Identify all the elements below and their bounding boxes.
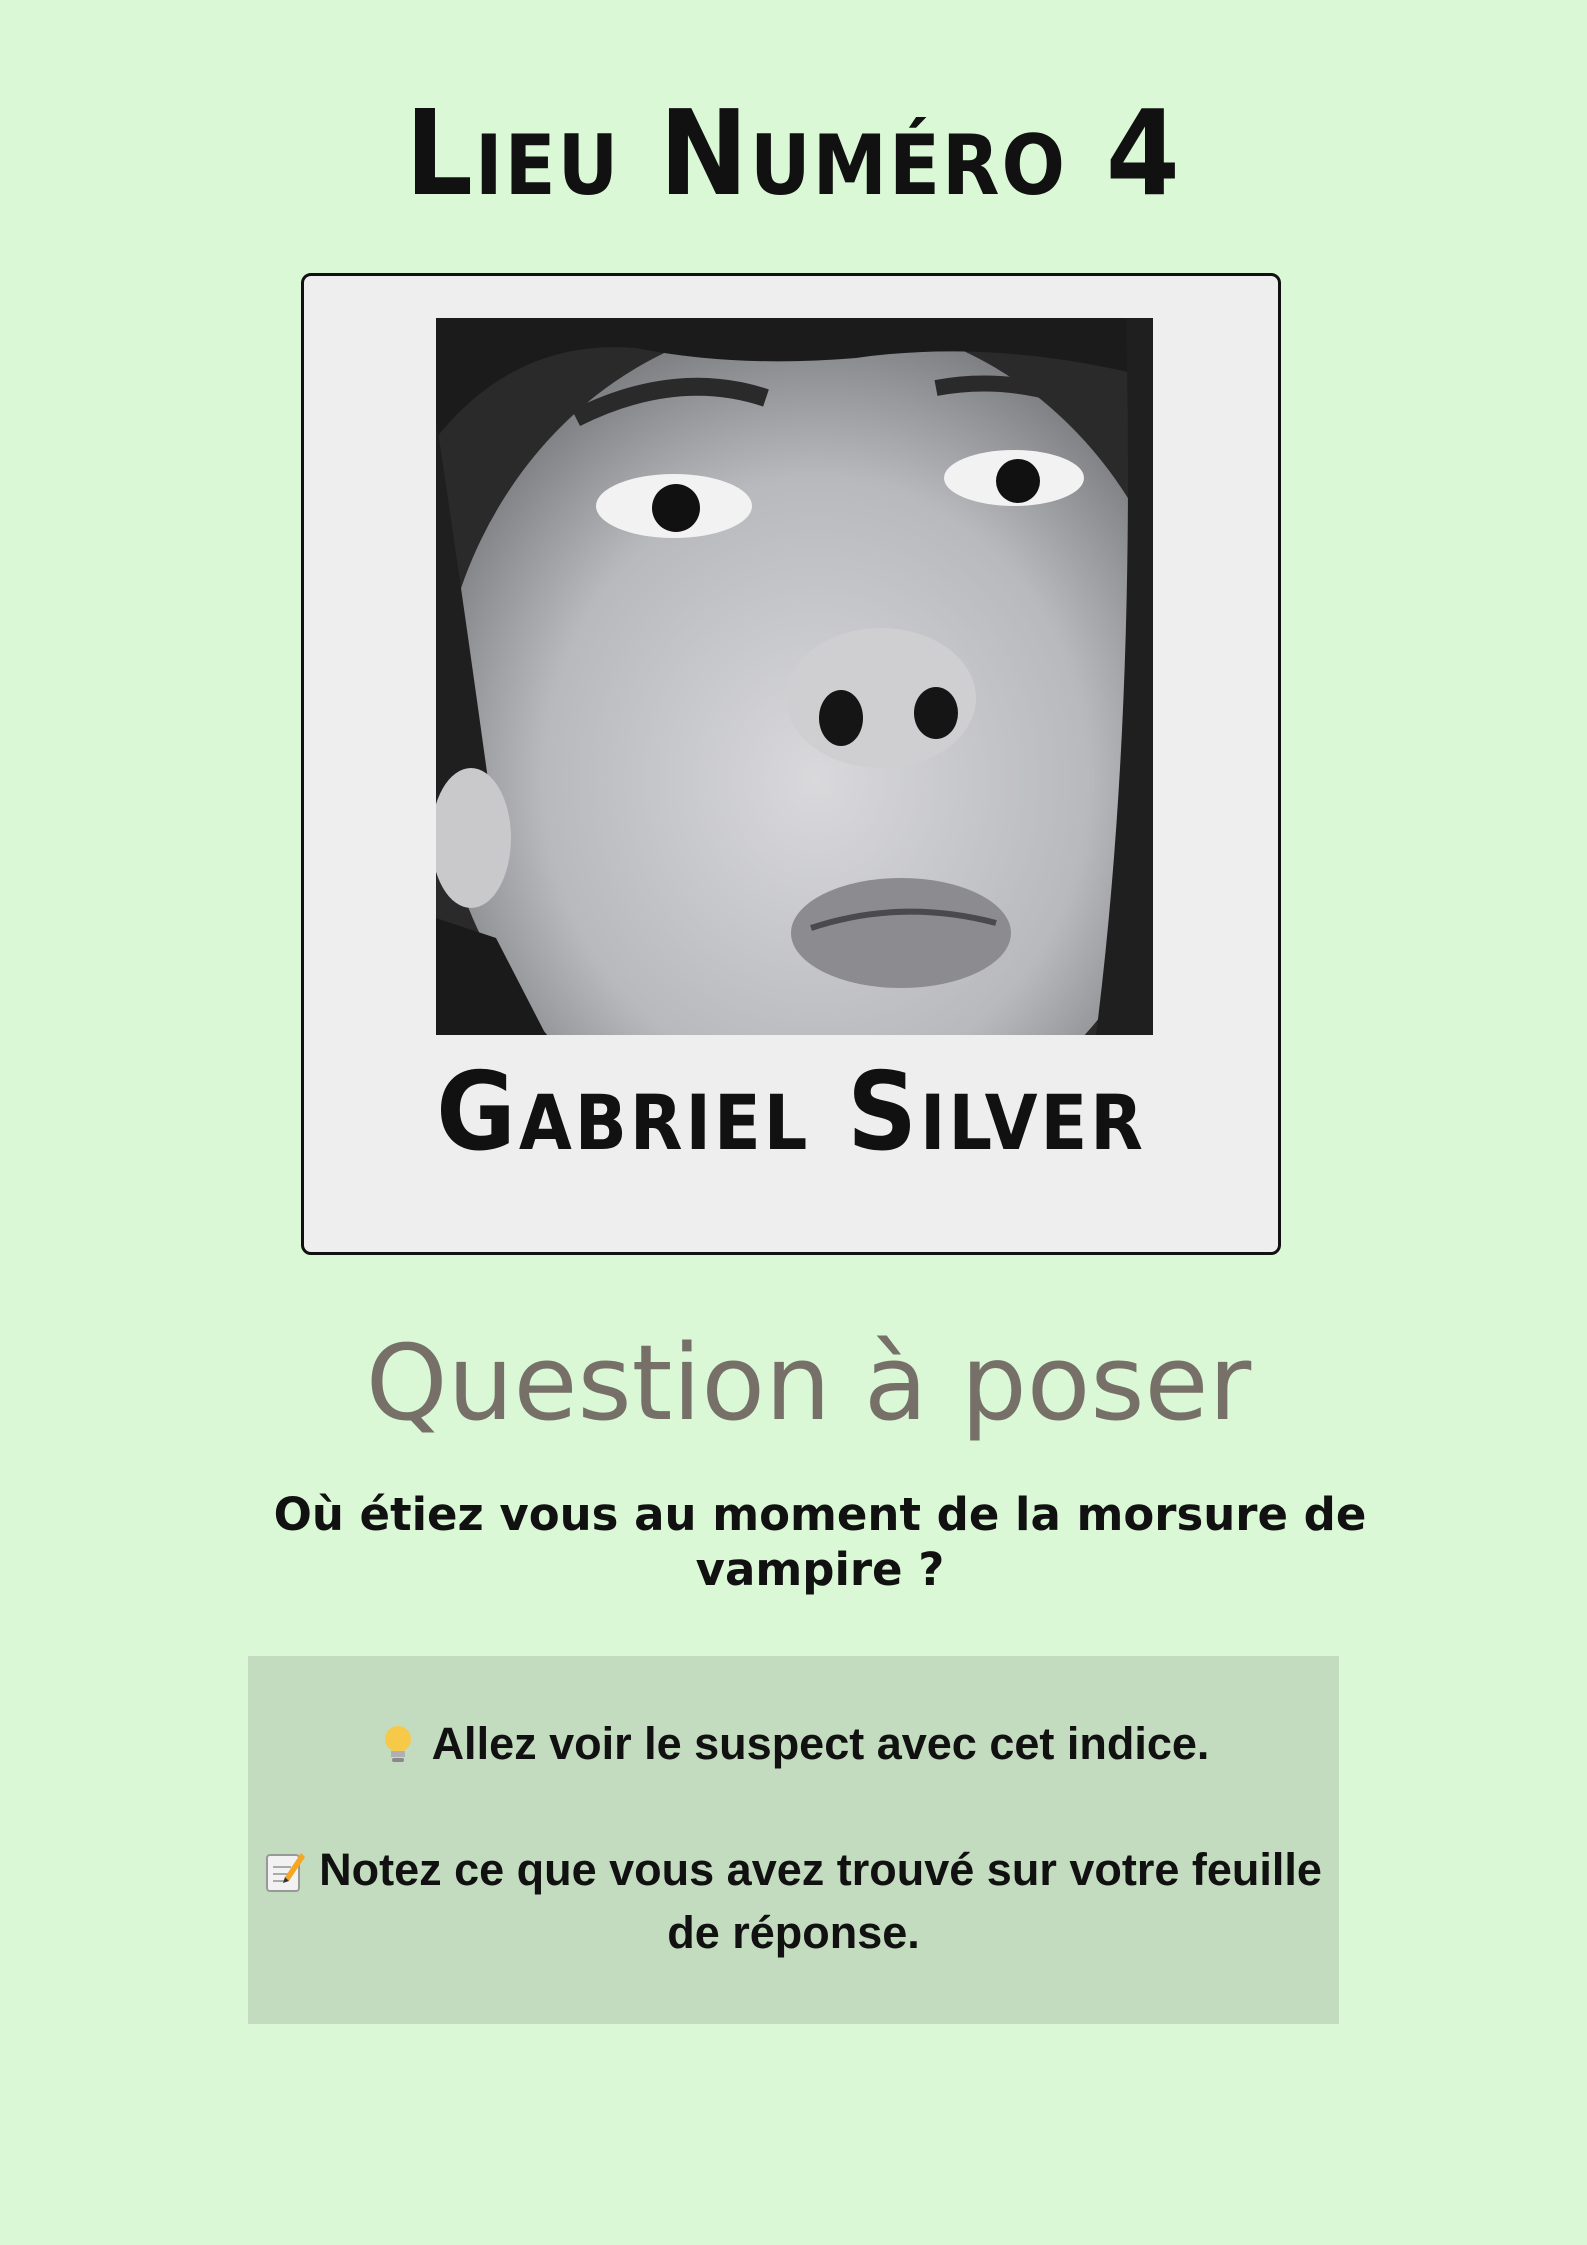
question-text: Où étiez vous au moment de la morsure de… — [273, 1488, 1367, 1596]
instruction-text-note: Notez ce que vous avez trouvé sur votre … — [319, 1844, 1322, 1958]
lightbulb-icon — [378, 1720, 418, 1764]
suspect-photo — [436, 318, 1153, 1035]
instructions-box: Allez voir le suspect avec cet indice. N… — [248, 1656, 1339, 2024]
instruction-line-visit: Allez voir le suspect avec cet indice. — [248, 1712, 1339, 1775]
instruction-line-note: Notez ce que vous avez trouvé sur votre … — [248, 1838, 1339, 1964]
suspect-card: Gabriel Silver — [301, 273, 1281, 1255]
page-title: Lieu Numéro 4 — [405, 84, 1182, 222]
question-heading: Question à poser — [365, 1322, 1252, 1444]
suspect-name: Gabriel Silver — [436, 1050, 1146, 1175]
instruction-text-visit: Allez voir le suspect avec cet indice. — [431, 1718, 1210, 1769]
portrait-photo — [436, 318, 1153, 1035]
memo-icon — [265, 1846, 306, 1892]
